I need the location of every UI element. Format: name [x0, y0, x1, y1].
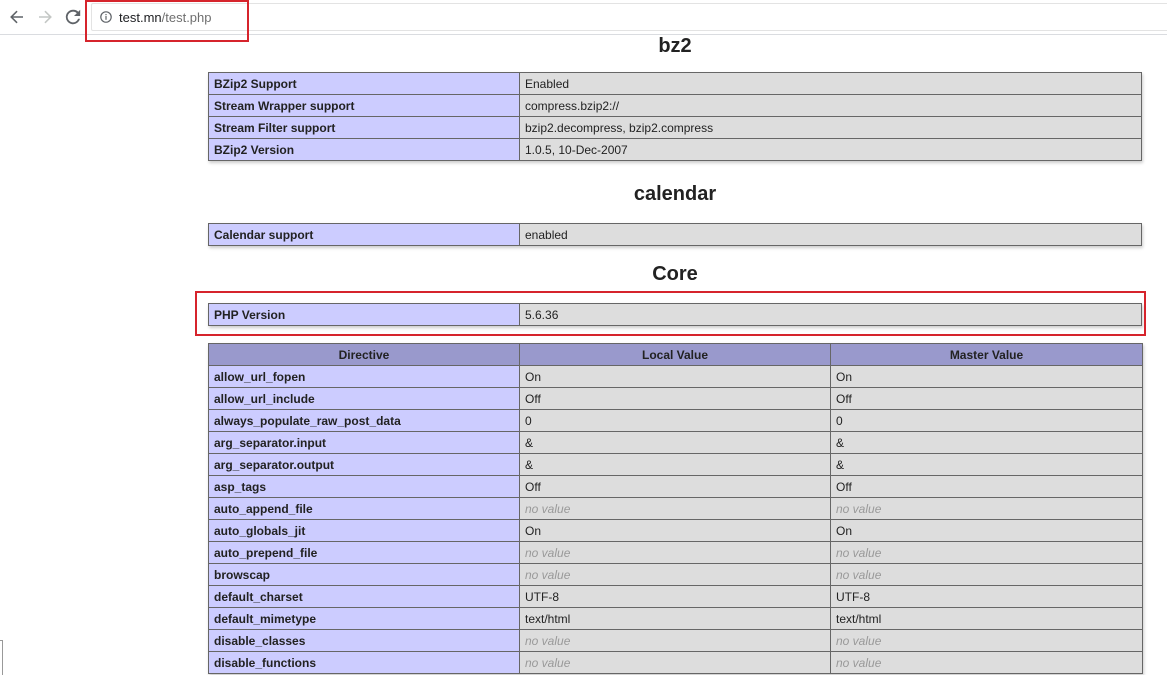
directive-value: bzip2.decompress, bzip2.compress — [519, 116, 1142, 139]
master-value: no value — [830, 541, 1143, 564]
local-value: & — [519, 453, 831, 476]
master-value: On — [830, 519, 1143, 542]
back-button[interactable] — [8, 8, 26, 26]
directive-name: arg_separator.input — [208, 431, 520, 454]
directive-name: browscap — [208, 563, 520, 586]
local-value: UTF-8 — [519, 585, 831, 608]
master-value: 0 — [830, 409, 1143, 432]
master-value: Off — [830, 387, 1143, 410]
directive-name: auto_globals_jit — [208, 519, 520, 542]
arrow-right-icon — [39, 10, 52, 24]
address-bar[interactable]: test.mn/test.php — [91, 3, 1167, 31]
local-value: On — [519, 365, 831, 388]
master-value: & — [830, 453, 1143, 476]
local-value: no value — [519, 651, 831, 674]
table-row: disable_classes no value no value — [208, 629, 1143, 652]
table-row: arg_separator.output & & — [208, 453, 1143, 476]
directive-name: allow_url_fopen — [208, 365, 520, 388]
reload-icon — [65, 9, 81, 25]
directive-value: Enabled — [519, 72, 1142, 95]
table-row: Stream Filter support bzip2.decompress, … — [208, 116, 1142, 139]
directive-name: BZip2 Version — [208, 138, 520, 161]
calendar-table: Calendar support enabled — [208, 223, 1142, 246]
table-row: allow_url_include Off Off — [208, 387, 1143, 410]
table-row: auto_globals_jit On On — [208, 519, 1143, 542]
table-row: Calendar support enabled — [208, 223, 1142, 246]
directive-name: auto_prepend_file — [208, 541, 520, 564]
local-value: no value — [519, 563, 831, 586]
table-row: PHP Version 5.6.36 — [208, 303, 1142, 326]
table-row: auto_prepend_file no value no value — [208, 541, 1143, 564]
php-version-label: PHP Version — [208, 303, 520, 326]
window-edge — [0, 640, 3, 675]
table-row: auto_append_file no value no value — [208, 497, 1143, 520]
directive-value: compress.bzip2:// — [519, 94, 1142, 117]
directive-value: 1.0.5, 10-Dec-2007 — [519, 138, 1142, 161]
url-text[interactable]: test.mn/test.php — [119, 10, 212, 25]
master-value: UTF-8 — [830, 585, 1143, 608]
directive-name: asp_tags — [208, 475, 520, 498]
local-value: On — [519, 519, 831, 542]
table-row: always_populate_raw_post_data 0 0 — [208, 409, 1143, 432]
directive-name: default_mimetype — [208, 607, 520, 630]
php-version-value: 5.6.36 — [519, 303, 1142, 326]
table-row: default_charset UTF-8 UTF-8 — [208, 585, 1143, 608]
forward-button[interactable] — [36, 8, 54, 26]
php-version-table: PHP Version 5.6.36 — [208, 303, 1142, 326]
table-row: allow_url_fopen On On — [208, 365, 1143, 388]
url-domain: test.mn — [119, 10, 162, 25]
column-header-master-value: Master Value — [830, 343, 1143, 366]
directive-name: always_populate_raw_post_data — [208, 409, 520, 432]
info-icon[interactable] — [100, 11, 112, 23]
table-row: disable_functions no value no value — [208, 651, 1143, 674]
table-row: arg_separator.input & & — [208, 431, 1143, 454]
directive-name: allow_url_include — [208, 387, 520, 410]
local-value: text/html — [519, 607, 831, 630]
table-row: default_mimetype text/html text/html — [208, 607, 1143, 630]
local-value: no value — [519, 497, 831, 520]
master-value: no value — [830, 629, 1143, 652]
directive-name: disable_classes — [208, 629, 520, 652]
arrow-left-icon — [10, 10, 23, 24]
core-directives-table: Directive Local Value Master Value allow… — [208, 343, 1143, 674]
master-value: no value — [830, 563, 1143, 586]
reload-button[interactable] — [64, 8, 82, 26]
directive-name: Stream Wrapper support — [208, 94, 520, 117]
directive-name: arg_separator.output — [208, 453, 520, 476]
section-title-core: Core — [652, 263, 698, 285]
master-value: On — [830, 365, 1143, 388]
table-row: Stream Wrapper support compress.bzip2:// — [208, 94, 1142, 117]
url-path: /test.php — [161, 10, 212, 25]
local-value: Off — [519, 387, 831, 410]
table-row: BZip2 Version 1.0.5, 10-Dec-2007 — [208, 138, 1142, 161]
table-row: browscap no value no value — [208, 563, 1143, 586]
directive-name: disable_functions — [208, 651, 520, 674]
local-value: no value — [519, 629, 831, 652]
page-content: bz2 BZip2 Support Enabled Stream Wrapper… — [0, 35, 1167, 675]
local-value: & — [519, 431, 831, 454]
browser-toolbar: test.mn/test.php — [0, 0, 1167, 35]
column-header-local-value: Local Value — [519, 343, 831, 366]
directive-name: BZip2 Support — [208, 72, 520, 95]
section-title-bz2: bz2 — [658, 35, 692, 57]
local-value: 0 — [519, 409, 831, 432]
directive-name: Stream Filter support — [208, 116, 520, 139]
local-value: no value — [519, 541, 831, 564]
column-header-directive: Directive — [208, 343, 520, 366]
table-row: asp_tags Off Off — [208, 475, 1143, 498]
master-value: Off — [830, 475, 1143, 498]
master-value: no value — [830, 651, 1143, 674]
section-title-calendar: calendar — [633, 183, 717, 205]
master-value: & — [830, 431, 1143, 454]
directive-name: default_charset — [208, 585, 520, 608]
local-value: Off — [519, 475, 831, 498]
directive-name: auto_append_file — [208, 497, 520, 520]
bz2-table: BZip2 Support Enabled Stream Wrapper sup… — [208, 72, 1142, 161]
directive-name: Calendar support — [208, 223, 520, 246]
table-header-row: Directive Local Value Master Value — [208, 343, 1143, 366]
master-value: text/html — [830, 607, 1143, 630]
master-value: no value — [830, 497, 1143, 520]
directive-value: enabled — [519, 223, 1142, 246]
table-row: BZip2 Support Enabled — [208, 72, 1142, 95]
